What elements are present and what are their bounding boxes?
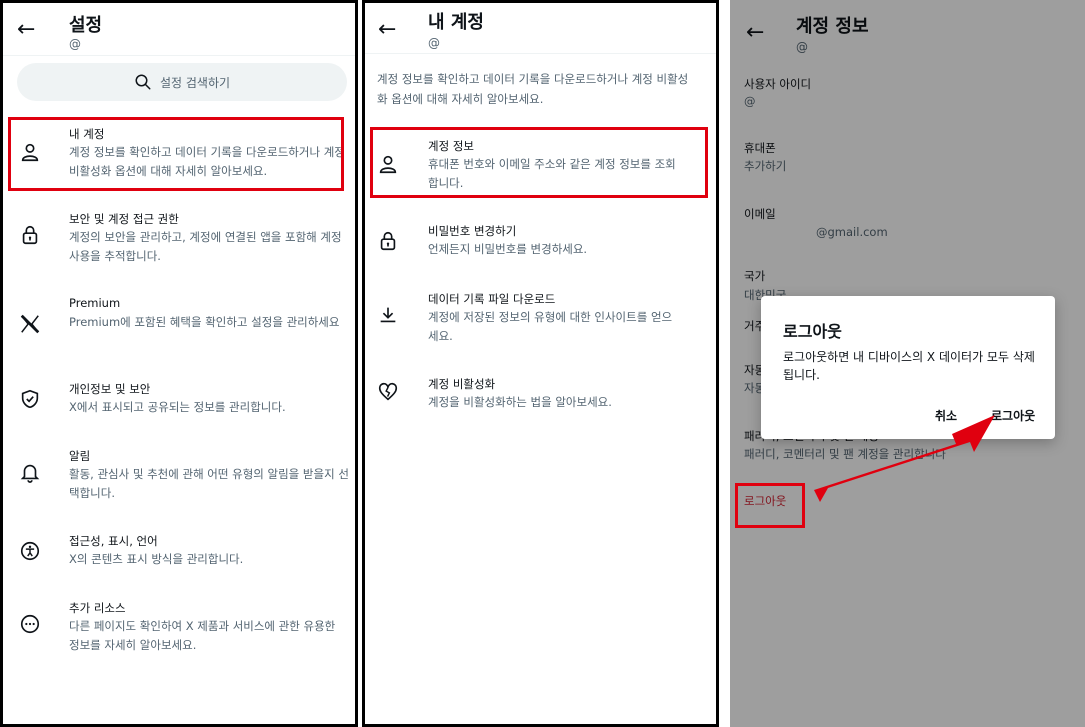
- page-title: 내 계정: [428, 12, 484, 33]
- item-description: 계정의 보안을 관리하고, 계정에 연결된 앱을 포함해 계정 사용을 추적합니…: [69, 230, 342, 263]
- lock-icon: [380, 231, 396, 251]
- more-circle-icon: [20, 614, 40, 634]
- header-divider: [365, 53, 716, 54]
- red-arrow-icon: [814, 415, 995, 502]
- accessibility-icon: [20, 541, 40, 561]
- settings-search-input[interactable]: 설정 검색하기: [17, 63, 347, 101]
- settings-item-security[interactable]: 보안 및 계정 접근 권한 계정의 보안을 관리하고, 계정에 연결된 앱을 포…: [3, 208, 355, 270]
- settings-item-premium[interactable]: Premium Premium에 포함된 혜택을 확인하고 설정을 관리하세요: [3, 293, 355, 355]
- download-icon: [380, 307, 396, 323]
- my-account-panel: ← 내 계정 @ 계정 정보를 확인하고 데이터 기록을 다운로드하거나 계정 …: [362, 0, 719, 727]
- account-item-info[interactable]: 계정 정보 휴대폰 번호와 이메일 주소와 같은 계정 정보를 조회합니다.: [365, 135, 716, 195]
- account-item-download[interactable]: 데이터 기록 파일 다운로드 계정에 저장된 정보의 유형에 대한 인사이트를 …: [365, 288, 716, 350]
- settings-item-accessibility[interactable]: 접근성, 표시, 언어 X의 콘텐츠 표시 방식을 관리합니다.: [3, 530, 355, 574]
- search-placeholder: 설정 검색하기: [159, 75, 231, 90]
- item-title: 알림: [69, 449, 91, 463]
- lock-icon: [22, 225, 38, 245]
- item-description: X에서 표시되고 공유되는 정보를 관리합니다.: [69, 400, 286, 414]
- header-divider: [3, 55, 355, 56]
- item-title: 내 계정: [69, 127, 105, 141]
- user-handle: @: [69, 37, 81, 51]
- x-logo-icon: [20, 314, 40, 334]
- item-title: 계정 비활성화: [428, 377, 496, 391]
- intro-text: 계정 정보를 확인하고 데이터 기록을 다운로드하거나 계정 비활성화 옵션에 …: [377, 72, 689, 106]
- item-title: 개인정보 및 보안: [69, 382, 151, 396]
- account-item-password[interactable]: 비밀번호 변경하기 언제든지 비밀번호를 변경하세요.: [365, 220, 716, 264]
- item-title: Premium: [69, 296, 121, 310]
- item-description: 활동, 관심사 및 추천에 관해 어떤 유형의 알림을 받을지 선택합니다.: [69, 467, 349, 500]
- account-info-panel: ← 계정 정보 @ 사용자 아이디 @ 휴대폰 추가하기 이메일 @gmail.…: [730, 0, 1085, 727]
- person-icon: [21, 143, 39, 162]
- broken-heart-icon: [378, 382, 398, 401]
- item-description: 계정을 비활성화하는 법을 알아보세요.: [428, 395, 612, 409]
- item-description: 계정 정보를 확인하고 데이터 기록을 다운로드하거나 계정 비활성화 옵션에 …: [69, 145, 345, 178]
- item-description: 다른 페이지도 확인하여 X 제품과 서비스에 관한 유용한 정보를 자세히 알…: [69, 619, 336, 652]
- item-title: 데이터 기록 파일 다운로드: [428, 292, 556, 306]
- item-description: X의 콘텐츠 표시 방식을 관리합니다.: [69, 552, 244, 566]
- account-item-deactivate[interactable]: 계정 비활성화 계정을 비활성화하는 법을 알아보세요.: [365, 373, 716, 417]
- settings-item-my-account[interactable]: 내 계정 계정 정보를 확인하고 데이터 기록을 다운로드하거나 계정 비활성화…: [3, 123, 355, 191]
- item-title: 추가 리소스: [69, 601, 126, 615]
- settings-panel: ← 설정 @ 설정 검색하기 내 계정 계정 정보를 확인하고 데이터 기록을 …: [0, 0, 358, 727]
- item-title: 계정 정보: [428, 139, 474, 153]
- item-description: 계정에 저장된 정보의 유형에 대한 인사이트를 얻으세요.: [428, 310, 673, 343]
- back-arrow-icon[interactable]: ←: [378, 19, 396, 41]
- item-title: 비밀번호 변경하기: [428, 224, 517, 238]
- person-icon: [379, 155, 397, 174]
- item-description: 언제든지 비밀번호를 변경하세요.: [428, 242, 588, 256]
- item-description: 휴대폰 번호와 이메일 주소와 같은 계정 정보를 조회합니다.: [428, 157, 676, 190]
- user-handle: @: [428, 36, 440, 50]
- bell-icon: [20, 464, 40, 483]
- shield-check-icon: [21, 389, 39, 409]
- item-title: 접근성, 표시, 언어: [69, 534, 158, 548]
- item-title: 보안 및 계정 접근 권한: [69, 212, 179, 226]
- item-description: Premium에 포함된 혜택을 확인하고 설정을 관리하세요: [69, 315, 340, 329]
- page-title: 설정: [69, 15, 103, 36]
- settings-item-privacy[interactable]: 개인정보 및 보안 X에서 표시되고 공유되는 정보를 관리합니다.: [3, 378, 355, 422]
- settings-item-notifications[interactable]: 알림 활동, 관심사 및 추천에 관해 어떤 유형의 알림을 받을지 선택합니다…: [3, 445, 355, 507]
- back-arrow-icon[interactable]: ←: [17, 19, 35, 41]
- settings-item-resources[interactable]: 추가 리소스 다른 페이지도 확인하여 X 제품과 서비스에 관한 유용한 정보…: [3, 597, 355, 659]
- search-icon: [135, 74, 151, 90]
